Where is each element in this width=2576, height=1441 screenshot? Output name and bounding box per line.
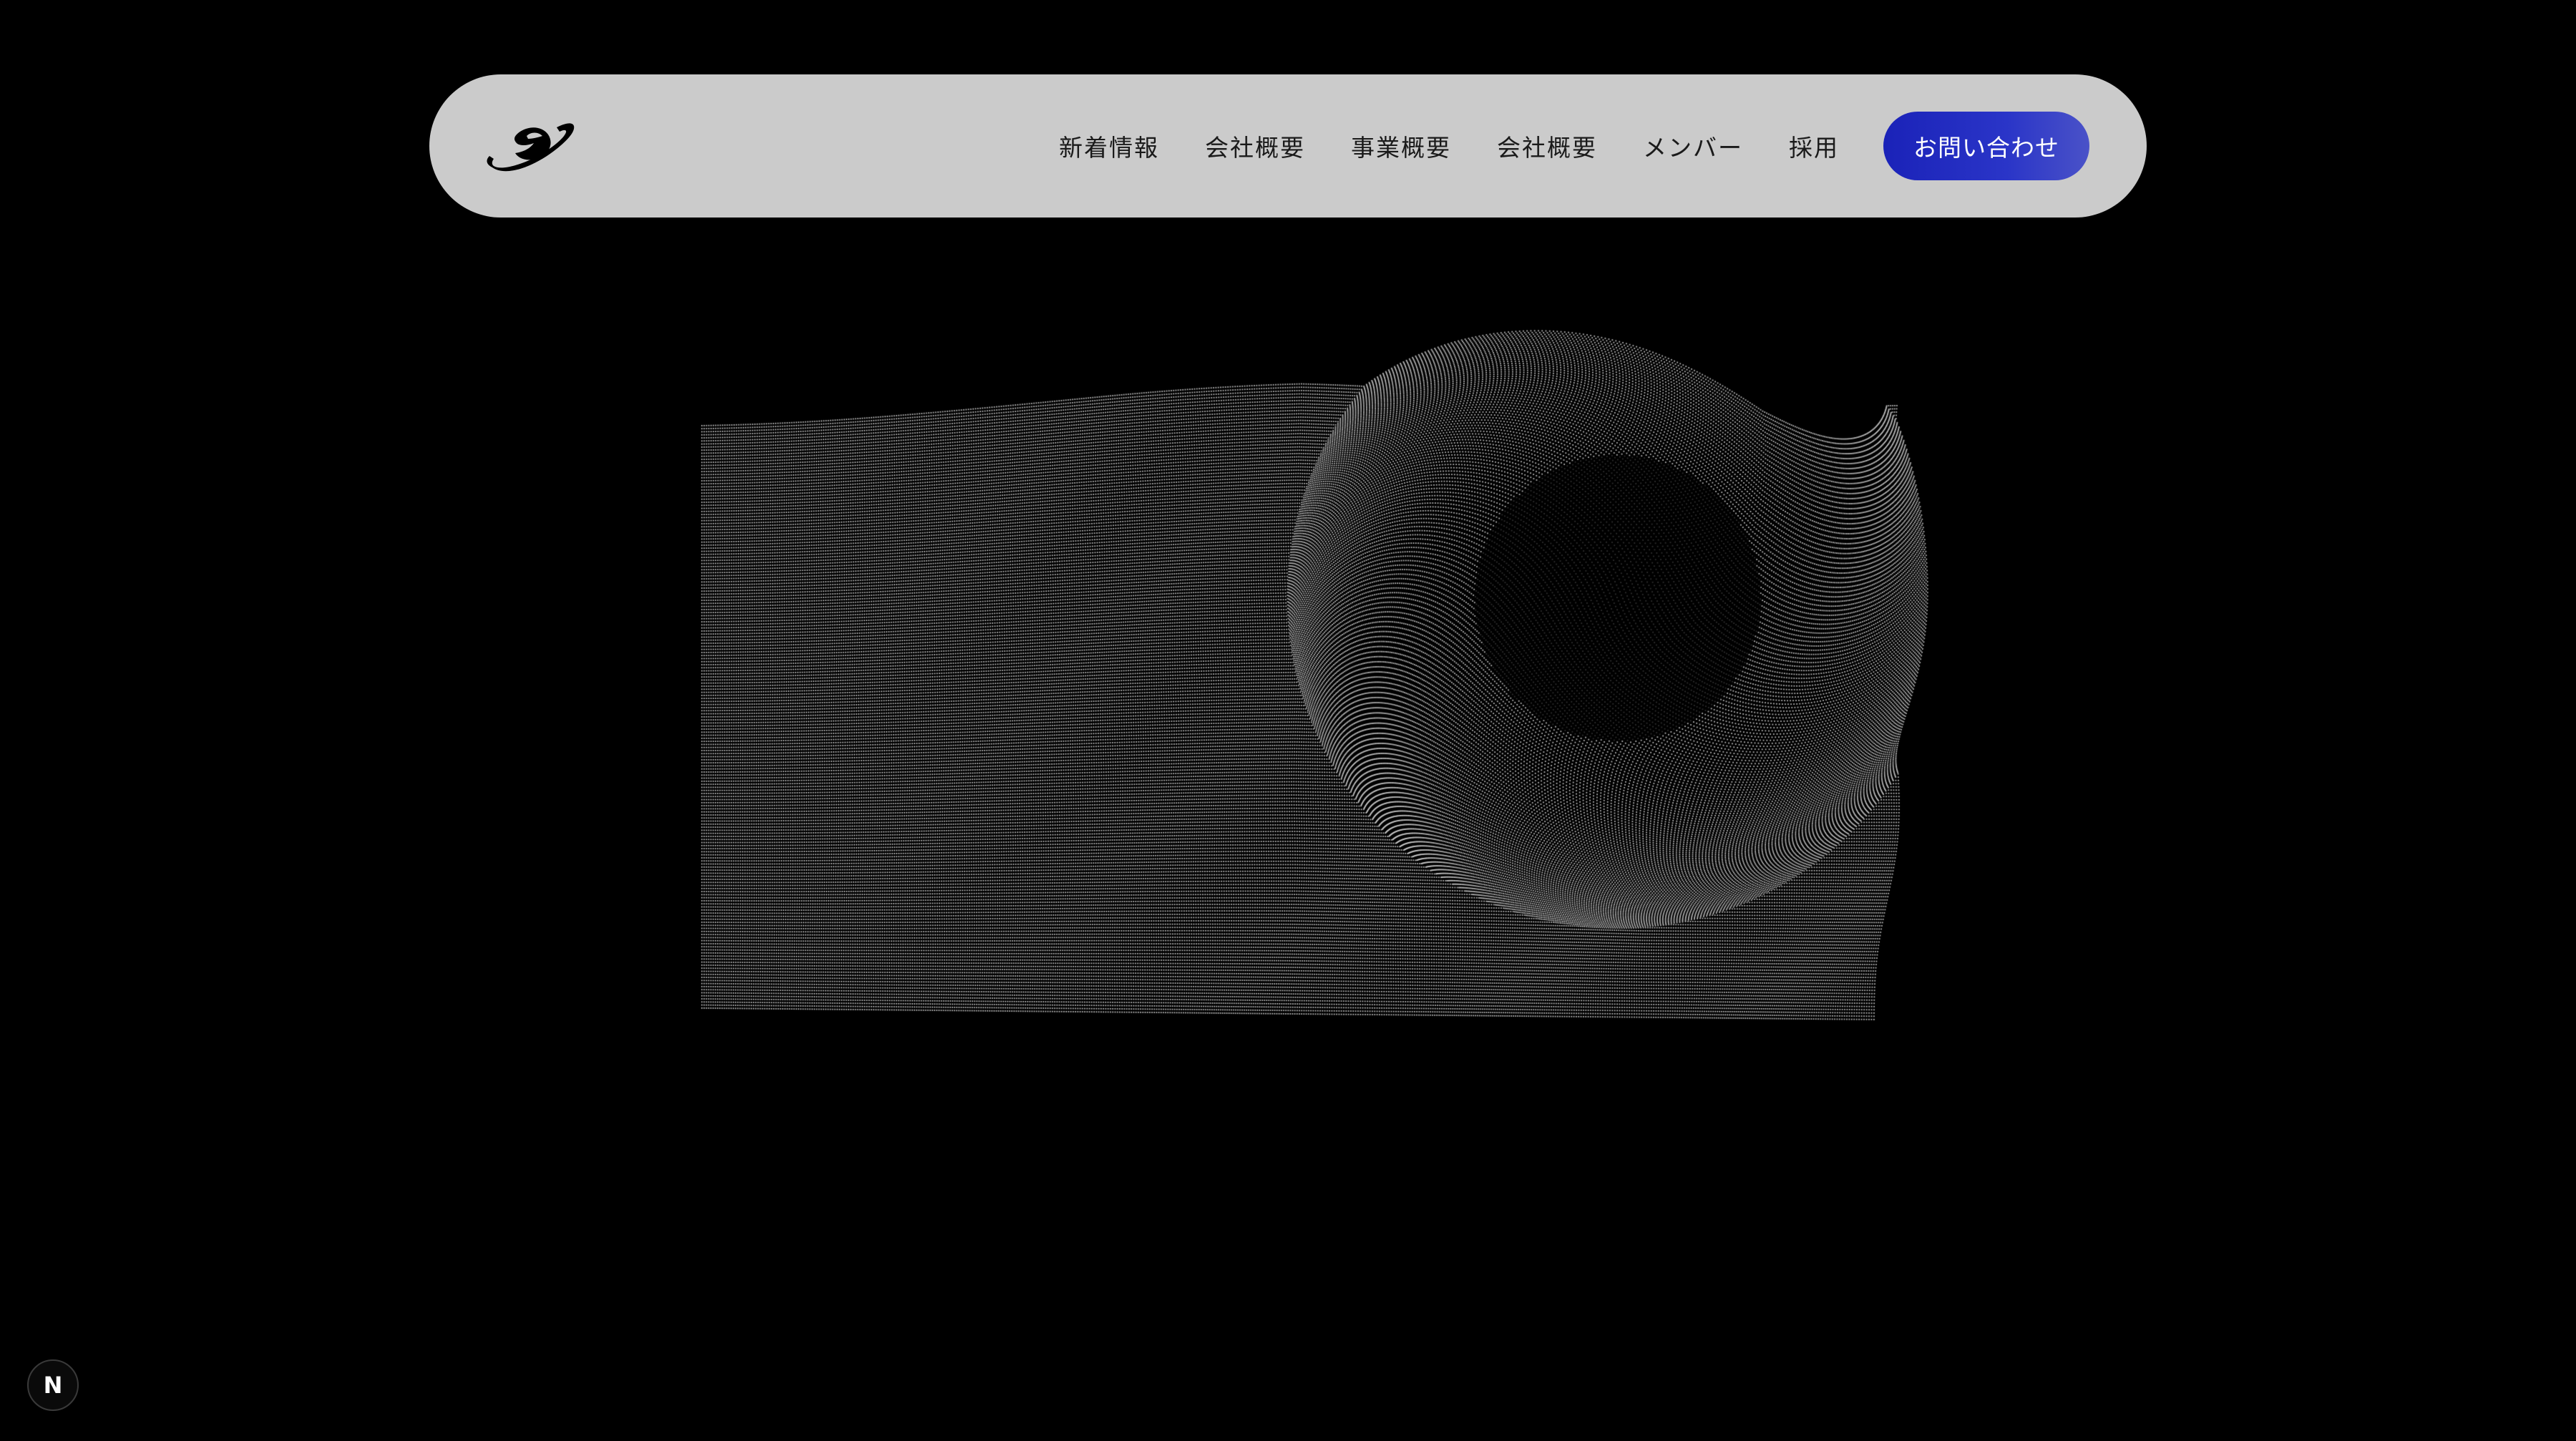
nav-item-company-2[interactable]: 会社概要 xyxy=(1497,129,1597,163)
nextjs-dev-badge[interactable]: N xyxy=(27,1359,79,1411)
nav-item-company[interactable]: 会社概要 xyxy=(1205,129,1305,163)
contact-button[interactable]: お問い合わせ xyxy=(1883,112,2089,180)
planet-logo-icon xyxy=(487,123,575,172)
nextjs-icon: N xyxy=(43,1372,63,1399)
nav-item-business[interactable]: 事業概要 xyxy=(1351,129,1451,163)
header-navbar: 新着情報 会社概要 事業概要 会社概要 メンバー 採用 お問い合わせ xyxy=(429,74,2147,218)
main-nav: 新着情報 会社概要 事業概要 会社概要 メンバー 採用 xyxy=(1059,74,1839,218)
nav-item-members[interactable]: メンバー xyxy=(1643,129,1743,163)
logo-link[interactable] xyxy=(485,116,578,179)
nav-item-recruit[interactable]: 採用 xyxy=(1789,129,1839,163)
page: 新着情報 会社概要 事業概要 会社概要 メンバー 採用 お問い合わせ N xyxy=(0,0,2576,1441)
nav-item-news[interactable]: 新着情報 xyxy=(1059,129,1159,163)
